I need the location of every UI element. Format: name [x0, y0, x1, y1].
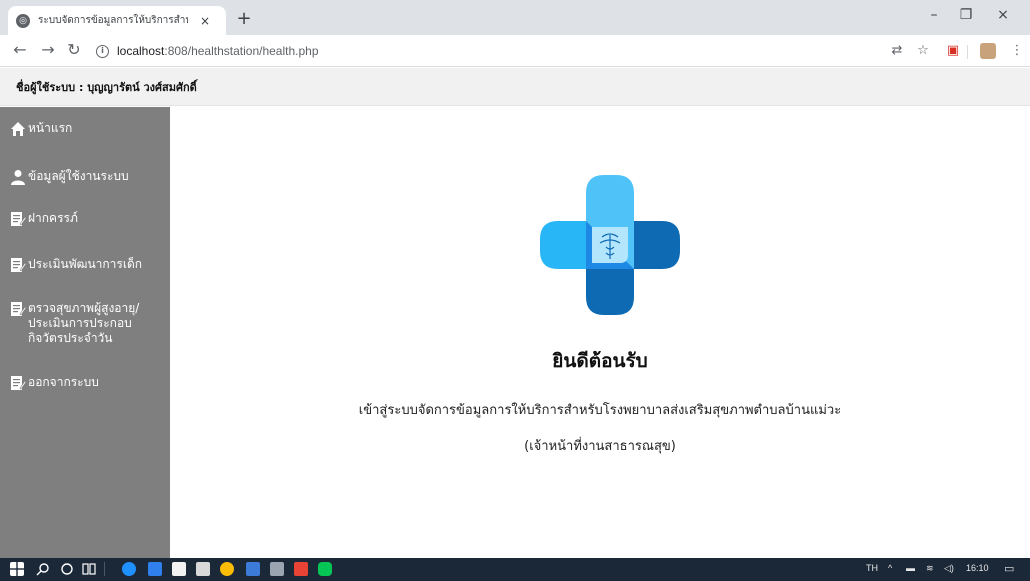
close-window-button[interactable]: ×	[993, 7, 1013, 23]
network-icon[interactable]: ▬	[906, 563, 915, 573]
translate-icon[interactable]: ⇄	[888, 42, 906, 60]
chrome-icon[interactable]	[220, 562, 234, 576]
restore-button[interactable]: ❐	[956, 7, 976, 23]
sidebar-item-logout[interactable]: ออกจากระบบ	[10, 375, 178, 391]
address-bar: ← → ↻ i localhost:808/healthstation/heal…	[0, 35, 1030, 67]
app-icon[interactable]	[246, 562, 260, 576]
welcome-role: (เจ้าหน้าที่งานสาธารณสุข)	[524, 439, 676, 454]
edit-icon	[11, 376, 26, 390]
edit-icon	[11, 302, 26, 316]
volume-icon[interactable]: ◁)	[944, 563, 954, 574]
windows-start-icon[interactable]	[10, 562, 24, 576]
sidebar-item-prenatal[interactable]: ฝากครรภ์	[10, 211, 178, 227]
wifi-icon[interactable]: ≋	[926, 563, 934, 574]
search-icon[interactable]	[36, 562, 50, 576]
mail-icon[interactable]	[196, 562, 210, 576]
minimize-button[interactable]: –	[924, 7, 944, 23]
back-arrow-icon[interactable]: ←	[10, 40, 30, 60]
store-icon[interactable]	[172, 562, 186, 576]
profile-avatar[interactable]	[980, 43, 996, 59]
bookmark-star-icon[interactable]: ☆	[914, 42, 932, 60]
sidebar-item-label: ตรวจสุขภาพผู้สูงอายุ/ประเมินการประกอบกิจ…	[28, 301, 140, 345]
clock-time[interactable]: 16:10	[966, 563, 989, 573]
edit-icon	[11, 258, 26, 272]
sidebar-item-label: ออกจากระบบ	[28, 375, 99, 389]
sidebar-item-users[interactable]: ข้อมูลผู้ใช้งานระบบ	[10, 169, 178, 185]
health-cross-logo	[540, 175, 680, 315]
url-host: localhost	[117, 44, 165, 58]
new-tab-button[interactable]: +	[234, 9, 254, 29]
globe-icon: ◎	[16, 13, 30, 28]
home-icon	[11, 122, 25, 136]
sidebar-item-label: ข้อมูลผู้ใช้งานระบบ	[28, 169, 129, 183]
language-indicator[interactable]: TH	[866, 563, 878, 573]
user-icon	[11, 170, 25, 185]
tab-close-icon[interactable]: ×	[198, 14, 212, 28]
sidebar-item-label: หน้าแรก	[28, 121, 73, 135]
edge-icon[interactable]	[122, 562, 136, 576]
xampp-icon[interactable]	[294, 562, 308, 576]
url-path: :808/healthstation/health.php	[164, 44, 319, 58]
main-content: ยินดีต้อนรับ เข้าสู่ระบบจัดการข้อมูลการใ…	[170, 107, 1030, 558]
sidebar-item-home[interactable]: หน้าแรก	[10, 121, 178, 137]
taskbar-divider	[104, 562, 105, 576]
sidebar-item-label: ฝากครรภ์	[28, 211, 78, 225]
url-field[interactable]: i localhost:808/healthstation/health.php	[96, 41, 876, 61]
sidebar-item-child-development[interactable]: ประเมินพัฒนาการเด็ก	[10, 257, 178, 273]
task-view-icon[interactable]	[82, 562, 96, 576]
cortana-icon[interactable]	[60, 562, 74, 576]
sidebar: หน้าแรก ข้อมูลผู้ใช้งานระบบ ฝากครรภ์ ประ…	[0, 107, 170, 558]
page-header: ชื่อผู้ใช้ระบบ : บุญญารัตน์ วงศ์สมศักดิ์	[0, 68, 1030, 106]
pocket-extension-icon[interactable]: ▣	[944, 42, 962, 60]
sidebar-item-elderly-checkup[interactable]: ตรวจสุขภาพผู้สูงอายุ/ประเมินการประกอบกิจ…	[10, 301, 148, 346]
sidebar-item-label: ประเมินพัฒนาการเด็ก	[28, 257, 143, 271]
reload-icon[interactable]: ↻	[64, 40, 84, 60]
browser-tabstrip: ◎ ระบบจัดการข้อมูลการให้บริการสำหรับ × +…	[0, 0, 1030, 35]
browser-menu-icon[interactable]: ⋮	[1008, 42, 1026, 60]
forward-arrow-icon[interactable]: →	[38, 40, 58, 60]
windows-taskbar: TH ^ ▬ ≋ ◁) 16:10 ▭	[0, 558, 1030, 581]
feather-app-icon[interactable]	[270, 562, 284, 576]
notification-icon[interactable]: ▭	[1004, 562, 1014, 575]
edit-icon	[11, 212, 26, 226]
tray-expand-icon[interactable]: ^	[888, 563, 892, 573]
tab-title: ระบบจัดการข้อมูลการให้บริการสำหรับ	[38, 15, 188, 26]
url-text: localhost:808/healthstation/health.php	[117, 44, 319, 58]
welcome-subtitle: เข้าสู่ระบบจัดการข้อมูลการให้บริการสำหรั…	[358, 403, 842, 418]
toolbar-divider	[967, 45, 968, 59]
user-name-label: ชื่อผู้ใช้ระบบ : บุญญารัตน์ วงศ์สมศักดิ์	[16, 80, 197, 94]
line-app-icon[interactable]	[318, 562, 332, 576]
browser-tab[interactable]: ◎ ระบบจัดการข้อมูลการให้บริการสำหรับ ×	[8, 6, 226, 35]
welcome-heading: ยินดีต้อนรับ	[552, 350, 648, 372]
calculator-icon[interactable]	[148, 562, 162, 576]
info-icon[interactable]: i	[96, 44, 109, 58]
